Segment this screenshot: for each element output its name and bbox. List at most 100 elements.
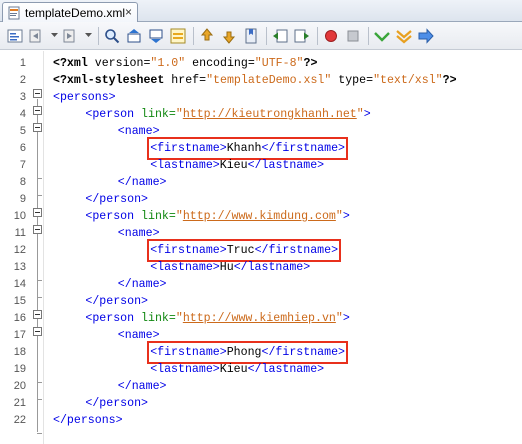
run-xsl-icon[interactable] bbox=[417, 27, 435, 45]
line-number: 15 bbox=[13, 295, 26, 307]
fold-collapse-icon[interactable] bbox=[33, 310, 42, 319]
code-line[interactable]: <name> bbox=[53, 327, 160, 344]
code-line[interactable]: </name> bbox=[53, 378, 167, 395]
previous-bookmark-icon[interactable] bbox=[198, 27, 216, 45]
code-line[interactable]: </person> bbox=[53, 293, 148, 310]
code-line[interactable]: <firstname>Phong</firstname> bbox=[53, 341, 349, 364]
code-line[interactable]: <person link="http://kieutrongkhanh.net"… bbox=[53, 106, 370, 123]
line-number: 19 bbox=[13, 363, 26, 375]
code-token-tag: <name> bbox=[117, 227, 160, 240]
line-number: 13 bbox=[13, 261, 26, 273]
code-line[interactable]: </persons> bbox=[53, 412, 123, 429]
find-icon[interactable] bbox=[103, 27, 121, 45]
shift-right-icon[interactable] bbox=[293, 27, 311, 45]
fold-end-marker bbox=[37, 433, 42, 434]
code-token-txt: encoding= bbox=[185, 57, 255, 70]
code-line[interactable]: <lastname>Kieu</lastname> bbox=[53, 157, 324, 174]
toolbar-separator bbox=[266, 26, 267, 45]
fold-end-marker bbox=[37, 382, 42, 383]
code-token-txt: href= bbox=[164, 74, 207, 87]
code-line[interactable]: <person link="http://www.kiemhiep.vn"> bbox=[53, 310, 349, 327]
code-token-tag: </lastname> bbox=[247, 159, 325, 172]
code-token-txt: version= bbox=[87, 57, 151, 70]
code-token-attr: link= bbox=[134, 210, 176, 223]
fold-collapse-icon[interactable] bbox=[33, 208, 42, 217]
editor-tab-bar: templateDemo.xml × bbox=[0, 0, 522, 22]
check-xml-icon[interactable] bbox=[373, 27, 391, 45]
code-line[interactable]: </person> bbox=[53, 191, 148, 208]
fold-collapse-icon[interactable] bbox=[33, 327, 42, 336]
shift-left-icon[interactable] bbox=[271, 27, 289, 45]
back-dropdown-icon[interactable] bbox=[50, 27, 58, 45]
forward-dropdown-icon[interactable] bbox=[84, 27, 92, 45]
code-token-tag: <lastname> bbox=[150, 159, 220, 172]
code-folding-margin bbox=[30, 51, 44, 444]
code-line[interactable]: </name> bbox=[53, 276, 167, 293]
line-number: 2 bbox=[19, 74, 26, 86]
line-number: 3 bbox=[19, 91, 26, 103]
code-token-tag: </person> bbox=[85, 193, 149, 206]
validate-xml-icon[interactable] bbox=[395, 27, 413, 45]
fold-collapse-icon[interactable] bbox=[33, 106, 42, 115]
code-line[interactable]: <?xml-stylesheet href="templateDemo.xsl"… bbox=[53, 72, 457, 89]
code-token-link[interactable]: http://www.kiemhiep.vn bbox=[183, 312, 336, 325]
line-number: 12 bbox=[13, 244, 26, 256]
code-token-tag: <name> bbox=[117, 125, 160, 138]
code-token-tag: <person bbox=[85, 312, 135, 325]
fold-end-marker bbox=[37, 280, 42, 281]
tab-templatedemo-xml[interactable]: templateDemo.xml × bbox=[2, 2, 138, 22]
code-line[interactable]: </person> bbox=[53, 395, 148, 412]
code-token-str: "1.0" bbox=[150, 57, 186, 70]
code-line[interactable]: <firstname>Khanh</firstname> bbox=[53, 137, 349, 160]
code-token-tag: </person> bbox=[85, 295, 149, 308]
code-token-txt: Truc bbox=[226, 244, 255, 257]
code-token-tag: </name> bbox=[117, 380, 167, 393]
xml-editor[interactable]: 1 2 3 4 5 6 7 8 9 10 11 12 13 14 15 16 17 18 19 20 21 22 <?xm… bbox=[0, 51, 522, 444]
code-line[interactable]: <lastname>Kieu</lastname> bbox=[53, 361, 324, 378]
code-line[interactable]: <person link="http://www.kimdung.com"> bbox=[53, 208, 350, 225]
highlight-box: <firstname>Truc</firstname> bbox=[147, 239, 342, 262]
fold-collapse-icon[interactable] bbox=[33, 123, 42, 132]
code-line[interactable]: <persons> bbox=[53, 89, 116, 106]
line-number: 1 bbox=[19, 57, 26, 69]
code-token-link[interactable]: http://kieutrongkhanh.net bbox=[183, 108, 357, 121]
code-line[interactable]: <name> bbox=[53, 123, 160, 140]
code-line[interactable]: <?xml version="1.0" encoding="UTF-8"?> bbox=[53, 55, 317, 72]
code-token-pi: <?xml-stylesheet bbox=[53, 74, 165, 87]
source-view-icon[interactable] bbox=[6, 27, 24, 45]
line-number: 17 bbox=[13, 329, 26, 341]
find-previous-icon[interactable] bbox=[125, 27, 143, 45]
code-line[interactable]: <firstname>Truc</firstname> bbox=[53, 239, 342, 262]
code-token-attr: link= bbox=[134, 312, 176, 325]
code-token-txt: Hu bbox=[219, 261, 234, 274]
line-number: 16 bbox=[13, 312, 26, 324]
toggle-bookmark-icon[interactable] bbox=[242, 27, 260, 45]
forward-icon[interactable] bbox=[62, 27, 80, 45]
code-token-pi: ?> bbox=[303, 57, 318, 70]
code-token-tag: <persons> bbox=[53, 91, 116, 104]
fold-collapse-icon[interactable] bbox=[33, 225, 42, 234]
stop-macro-icon[interactable] bbox=[344, 27, 362, 45]
code-token-pi: <?xml bbox=[53, 57, 88, 70]
code-area[interactable]: <?xml version="1.0" encoding="UTF-8"?> <?… bbox=[44, 51, 522, 444]
code-token-txt: Phong bbox=[226, 346, 262, 359]
close-tab-icon[interactable]: × bbox=[125, 5, 132, 19]
code-line[interactable]: </name> bbox=[53, 174, 167, 191]
fold-collapse-icon[interactable] bbox=[33, 89, 42, 98]
next-bookmark-icon[interactable] bbox=[220, 27, 238, 45]
code-line[interactable]: <name> bbox=[53, 225, 160, 242]
code-token-tag: </lastname> bbox=[233, 261, 311, 274]
code-token-txt: Kieu bbox=[219, 363, 248, 376]
editor-toolbar bbox=[0, 22, 522, 50]
find-next-icon[interactable] bbox=[147, 27, 165, 45]
toggle-highlight-icon[interactable] bbox=[169, 27, 187, 45]
fold-end-marker bbox=[37, 195, 42, 196]
code-token-tag: > bbox=[342, 210, 350, 223]
code-token-link[interactable]: http://www.kimdung.com bbox=[183, 210, 336, 223]
start-macro-icon[interactable] bbox=[322, 27, 340, 45]
line-number: 21 bbox=[13, 397, 26, 409]
code-token-tag: </firstname> bbox=[261, 346, 346, 359]
back-icon[interactable] bbox=[28, 27, 46, 45]
code-line[interactable]: <lastname>Hu</lastname> bbox=[53, 259, 310, 276]
line-number: 6 bbox=[19, 142, 26, 154]
